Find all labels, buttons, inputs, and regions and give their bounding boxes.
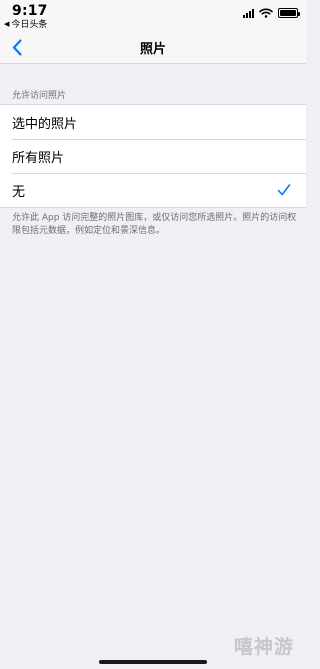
option-selected-photos[interactable]: 选中的照片 bbox=[0, 105, 306, 139]
option-label: 所有照片 bbox=[12, 150, 65, 166]
back-to-app-link[interactable]: ◀ 今日头条 bbox=[4, 17, 48, 31]
section-footer-note: 允许此 App 访问完整的照片图库，或仅访问您所选照片。照片的访问权限包括元数据… bbox=[12, 213, 297, 236]
photo-access-options: 选中的照片 所有照片 无 bbox=[0, 104, 306, 208]
screen: 9:17 ◀ 今日头条 照片 允许访问照片 选中的照片 所有照片 无 允许此 A… bbox=[0, 0, 306, 669]
checkmark-icon bbox=[277, 184, 291, 196]
watermark-logo: 嘻神游 bbox=[233, 635, 294, 658]
home-indicator[interactable] bbox=[99, 660, 207, 664]
option-label: 选中的照片 bbox=[12, 116, 78, 132]
option-all-photos[interactable]: 所有照片 bbox=[0, 139, 306, 173]
back-triangle-icon: ◀ bbox=[4, 19, 10, 28]
status-bar: 9:17 ◀ 今日头条 bbox=[0, 0, 306, 30]
wifi-icon bbox=[259, 8, 273, 18]
back-app-label: 今日头条 bbox=[11, 20, 48, 30]
option-none[interactable]: 无 bbox=[0, 173, 306, 207]
section-header: 允许访问照片 bbox=[12, 91, 67, 101]
navigation-bar: 照片 bbox=[0, 30, 306, 64]
cellular-signal-icon bbox=[243, 8, 254, 18]
battery-icon bbox=[278, 8, 300, 18]
option-label: 无 bbox=[12, 184, 26, 200]
page-title: 照片 bbox=[139, 42, 166, 57]
status-icons bbox=[243, 8, 300, 18]
